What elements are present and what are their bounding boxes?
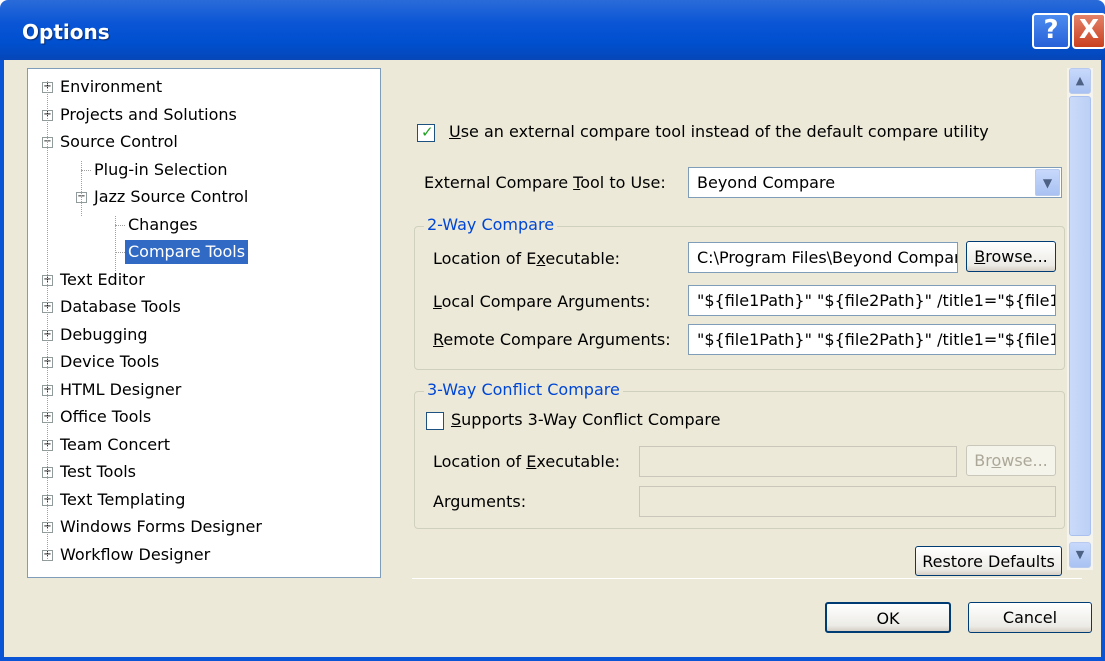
three-way-location-input[interactable] xyxy=(639,446,957,477)
two-way-location-label: Location of Executable: xyxy=(433,249,621,268)
tree-item[interactable]: + Device Tools xyxy=(28,350,378,374)
supports-3way-label[interactable]: Supports 3-Way Conflict Compare xyxy=(451,410,721,429)
tree-item-label: Projects and Solutions xyxy=(60,104,237,124)
separator xyxy=(412,578,1082,579)
tree-item[interactable]: + Environment xyxy=(28,75,378,99)
tree-connector xyxy=(115,224,125,226)
tree-item-label: Source Control xyxy=(60,132,178,151)
restore-defaults-button[interactable]: Restore Defaults xyxy=(915,546,1062,576)
three-way-arguments-input[interactable] xyxy=(639,486,1056,517)
three-way-location-label: Location of Executable: xyxy=(433,452,621,471)
help-button[interactable]: ? xyxy=(1032,13,1070,49)
tree-item-label: Device Tools xyxy=(60,352,160,371)
title-bar: Options ? X xyxy=(0,0,1105,60)
tree-item-label: Debugging xyxy=(60,324,148,344)
tree-item-label: Jazz Source Control xyxy=(94,187,249,206)
tree-item-label: Windows Forms Designer xyxy=(60,517,262,536)
settings-scrollbar[interactable]: ▲ ▼ xyxy=(1067,68,1093,570)
tree-item-label: Text Editor xyxy=(60,269,145,289)
three-way-browse-button[interactable]: Browse... xyxy=(966,445,1056,476)
tree-item[interactable]: Compare Tools xyxy=(28,240,378,264)
two-way-title: 2-Way Compare xyxy=(424,215,558,234)
tree-item-label: Changes xyxy=(128,214,198,234)
tree-item[interactable]: − Source Control xyxy=(28,130,378,154)
tree-item-label: Team Concert xyxy=(60,434,170,454)
close-button[interactable]: X xyxy=(1072,13,1105,49)
tree-connector xyxy=(115,216,116,271)
scroll-up-icon[interactable]: ▲ xyxy=(1069,68,1091,94)
window-title: Options xyxy=(22,20,110,44)
tree-item-label: Database Tools xyxy=(60,297,181,316)
tree-item[interactable]: + Debugging xyxy=(28,323,378,347)
tree-item[interactable]: + Database Tools xyxy=(28,295,378,319)
tree-item[interactable]: Changes xyxy=(28,213,378,237)
tree-item[interactable]: + Team Concert xyxy=(28,433,378,457)
supports-3way-checkbox[interactable] xyxy=(426,412,444,430)
chevron-down-icon[interactable]: ▼ xyxy=(1035,169,1060,196)
tree-item-label: Text Templating xyxy=(60,489,186,509)
three-way-arguments-label: Arguments: xyxy=(433,492,527,511)
external-tool-value: Beyond Compare xyxy=(697,173,836,192)
check-icon: ✓ xyxy=(421,123,434,141)
scroll-down-icon[interactable]: ▼ xyxy=(1069,542,1091,568)
three-way-title: 3-Way Conflict Compare xyxy=(424,380,623,399)
tree-item-label: Test Tools xyxy=(60,462,137,481)
tree-item[interactable]: + Text Editor xyxy=(28,268,378,292)
cancel-button[interactable]: Cancel xyxy=(968,602,1092,633)
remote-args-input[interactable]: "${file1Path}" "${file2Path}" /title1="$… xyxy=(688,324,1056,355)
options-tree[interactable]: + Environment + Projects and Solutions − Sour… xyxy=(27,68,381,578)
tree-item-label: Compare Tools xyxy=(125,240,249,264)
local-args-label: Local Compare Arguments: xyxy=(433,292,651,311)
tree-item-label: Environment xyxy=(60,77,163,96)
local-args-input[interactable]: "${file1Path}" "${file2Path}" /title1="$… xyxy=(688,285,1056,316)
tree-connector xyxy=(47,81,48,561)
tree-item-label: Office Tools xyxy=(60,407,152,426)
two-way-location-input[interactable]: C:\Program Files\Beyond Compare xyxy=(688,242,958,273)
external-tool-select[interactable]: Beyond Compare ▼ xyxy=(688,167,1062,198)
tree-item-label: HTML Designer xyxy=(60,379,182,399)
use-external-label[interactable]: Use an external compare tool instead of … xyxy=(449,122,989,141)
external-tool-label: External Compare Tool to Use: xyxy=(424,173,666,192)
remote-args-label: Remote Compare Arguments: xyxy=(433,330,671,349)
tree-item[interactable]: + Windows Forms Designer xyxy=(28,515,378,539)
tree-item[interactable]: + HTML Designer xyxy=(28,378,378,402)
use-external-checkbox[interactable]: ✓ xyxy=(417,123,435,142)
tree-item[interactable]: + Office Tools xyxy=(28,405,378,429)
tree-item-label: Plug-in Selection xyxy=(94,159,228,179)
scroll-thumb[interactable] xyxy=(1069,96,1091,536)
tree-item[interactable]: + Projects and Solutions xyxy=(28,103,378,127)
two-way-browse-button[interactable]: Browse... xyxy=(966,241,1056,272)
tree-item[interactable]: + Text Templating xyxy=(28,488,378,512)
ok-button[interactable]: OK xyxy=(825,602,951,633)
tree-item[interactable]: + Workflow Designer xyxy=(28,543,378,567)
tree-connector xyxy=(81,169,91,171)
tree-item[interactable]: + Test Tools xyxy=(28,460,378,484)
tree-item-label: Workflow Designer xyxy=(60,544,211,564)
tree-connector xyxy=(81,161,82,216)
tree-connector xyxy=(115,252,125,253)
